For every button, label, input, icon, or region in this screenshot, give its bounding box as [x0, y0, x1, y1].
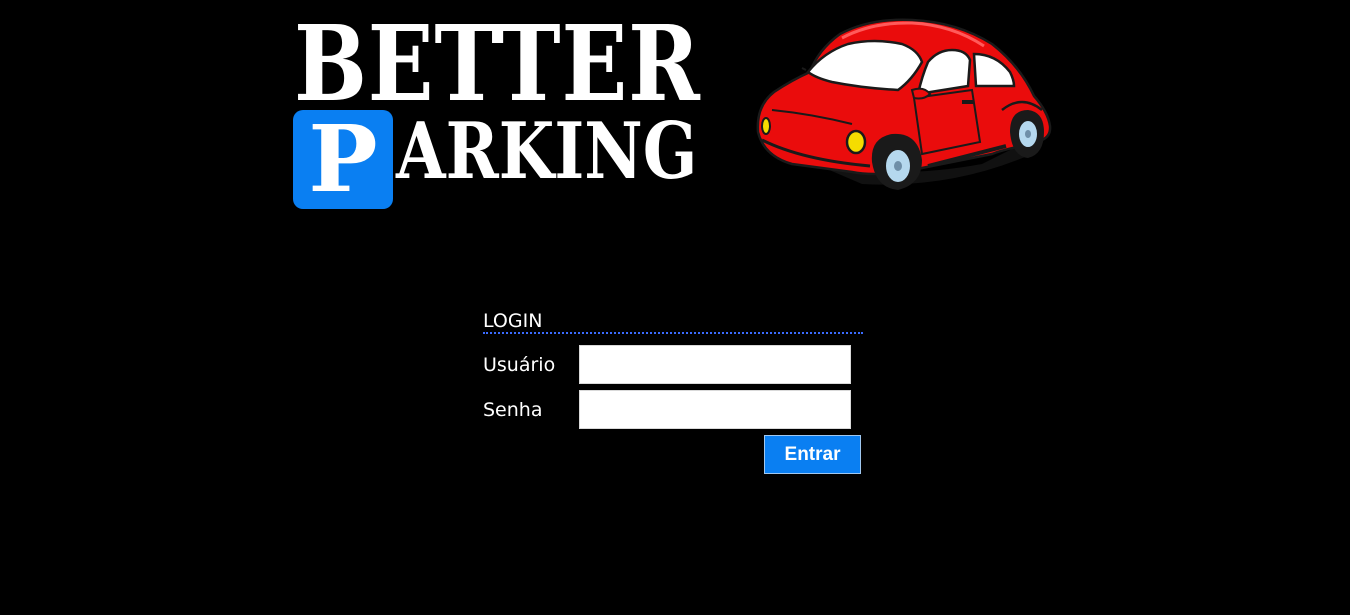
logo-word-arking: ARKING	[396, 106, 698, 197]
login-submit-button[interactable]: Entrar	[764, 435, 861, 474]
red-car-icon	[756, 18, 1052, 190]
logo-badge-letter: P	[308, 105, 378, 213]
logo-word-better: BETTER	[294, 2, 701, 125]
username-label: Usuário	[483, 354, 556, 376]
login-title: LOGIN	[483, 310, 863, 334]
login-page: BETTER P ARKING LOGIN Usuário Senha Entr…	[0, 0, 1350, 615]
username-input[interactable]	[579, 345, 851, 384]
password-label: Senha	[483, 399, 543, 421]
password-input[interactable]	[579, 390, 851, 429]
logo-parking-badge: P	[293, 110, 393, 209]
